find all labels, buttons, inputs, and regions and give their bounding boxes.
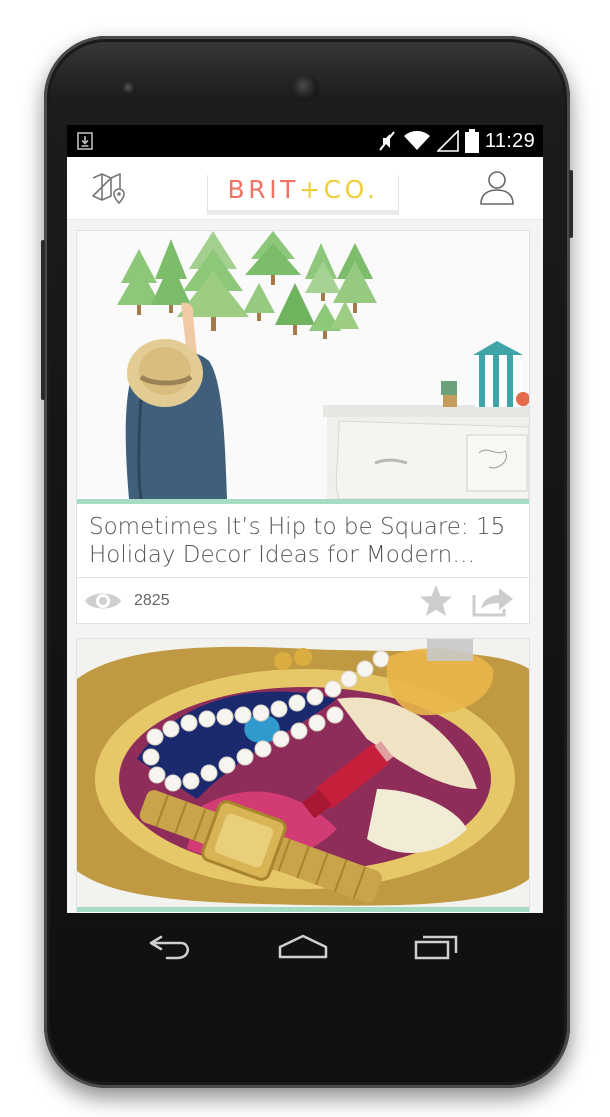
status-bar: 11:29 [67,125,543,157]
star-icon[interactable] [418,584,454,618]
wifi-icon [403,130,430,150]
android-nav-bar [67,913,543,983]
eye-icon [85,593,121,609]
profile-icon[interactable] [477,167,517,207]
signal-icon [436,130,459,152]
logo-co: CO. [323,175,379,204]
view-count: 2825 [134,592,170,609]
power-button [41,240,45,400]
download-notification-icon [77,132,93,150]
logo-text: BRIT+CO. [207,175,399,204]
screen: 11:29 BRIT+CO. Sometimes It’s Hip to be … [67,125,543,913]
recents-icon[interactable] [413,931,461,961]
logo-underline [207,210,399,215]
mute-icon [379,131,395,151]
article-card[interactable]: Sometimes It’s Hip to be Square: 15 Holi… [76,230,530,624]
article-title[interactable]: Sometimes It’s Hip to be Square: 15 Holi… [89,513,509,569]
clock: 11:29 [484,129,535,152]
map-icon[interactable] [89,169,129,209]
proximity-sensor [123,82,136,95]
card-accent-bar [77,499,529,504]
home-icon[interactable] [277,931,329,961]
article-card[interactable] [76,638,530,913]
brand-logo[interactable]: BRIT+CO. [207,169,399,217]
article-image[interactable] [77,231,529,499]
logo-brit: BRIT [227,175,300,204]
app-bar: BRIT+CO. [67,157,543,220]
feed: Sometimes It’s Hip to be Square: 15 Holi… [67,220,543,913]
card-divider [77,577,529,578]
logo-plus: + [299,175,324,204]
card-accent-bar [77,907,529,912]
back-icon[interactable] [147,931,193,961]
volume-button [569,170,573,238]
front-camera [293,75,319,101]
share-icon[interactable] [471,585,515,617]
article-image[interactable] [77,639,529,907]
battery-icon [464,129,479,153]
status-icons: 11:29 [377,129,535,153]
